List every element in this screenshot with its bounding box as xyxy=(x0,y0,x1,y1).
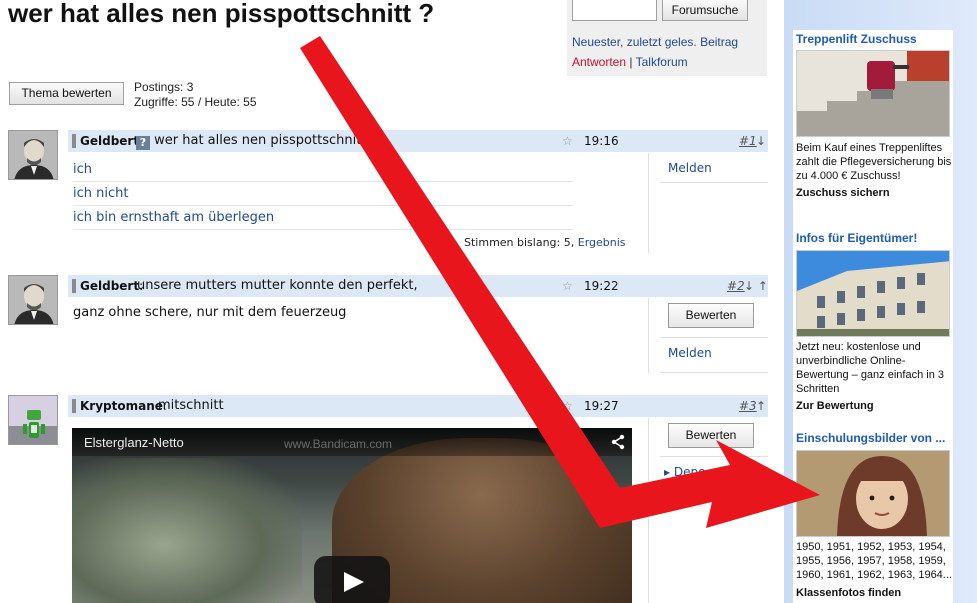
video-title[interactable]: Elsterglanz-Netto xyxy=(84,435,184,450)
post-divider xyxy=(648,153,649,253)
play-icon xyxy=(344,572,364,592)
post-marker xyxy=(72,399,76,413)
report-link[interactable]: Melden xyxy=(668,161,712,175)
search-input[interactable] xyxy=(572,0,657,21)
stairlift-image xyxy=(797,51,949,136)
post-nav-arrows[interactable]: ↑ xyxy=(756,395,766,417)
embedded-video[interactable]: Elsterglanz-Netto www.Bandicam.com xyxy=(72,428,632,603)
report-link[interactable]: Melden xyxy=(668,346,712,360)
side-separator xyxy=(660,337,768,338)
poll-result-link[interactable]: Ergebnis xyxy=(578,236,626,249)
page: wer hat alles nen pisspottschnitt ? Foru… xyxy=(0,0,977,603)
post-time: 19:16 xyxy=(584,134,619,148)
postings-count: Postings: 3 xyxy=(134,80,194,94)
post-body: ganz ohne schere, nur mit dem feuerzeug xyxy=(73,305,347,320)
post-number-link[interactable]: #2 xyxy=(727,275,745,297)
post-header-1: Geldbert: ? wer hat alles nen pisspottsc… xyxy=(68,130,768,152)
video-background xyxy=(72,458,302,603)
side-separator xyxy=(660,456,768,457)
child-photo-image xyxy=(797,451,949,536)
rate-thread-button[interactable]: Thema bewerten xyxy=(9,82,124,105)
post-marker xyxy=(72,279,76,293)
post-divider xyxy=(648,298,649,373)
post-time: 19:27 xyxy=(584,399,619,413)
rate-post-button[interactable]: Bewerten xyxy=(668,303,754,328)
views-count: Zugriffe: 55 / Heute: 55 xyxy=(134,95,257,109)
star-icon[interactable]: ☆ xyxy=(562,395,573,417)
poll-option[interactable]: ich nicht xyxy=(73,182,573,206)
post-time: 19:22 xyxy=(584,279,619,293)
man-portrait-icon xyxy=(9,131,57,179)
video-watermark: www.Bandicam.com xyxy=(284,437,393,451)
share-icon[interactable] xyxy=(610,434,626,450)
ad-title-stairlift[interactable]: Treppenlift Zuschuss xyxy=(796,32,917,46)
thread-title: wer hat alles nen pisspottschnitt ? xyxy=(8,0,435,28)
thread-stats: Postings: 3 Zugriffe: 55 / Heute: 55 xyxy=(134,80,257,110)
star-icon[interactable]: ☆ xyxy=(562,130,573,152)
talkforum-link[interactable]: Talkforum xyxy=(636,55,688,69)
avatar-kryptomane[interactable] xyxy=(8,395,58,445)
ad-text-stairlift: Beim Kauf eines Treppenliftes zahlt die … xyxy=(796,142,952,182)
ad-image-owners[interactable] xyxy=(796,250,950,337)
house-image xyxy=(797,251,949,336)
ad-text-school: 1950, 1951, 1952, 1953, 1954, 1955, 1956… xyxy=(796,541,952,581)
side-separator xyxy=(660,372,768,373)
poll-option[interactable]: ich xyxy=(73,158,573,182)
side-separator xyxy=(660,182,768,183)
ad-cta-owners[interactable]: Zur Bewertung xyxy=(796,400,874,412)
post-number-link[interactable]: #3 xyxy=(739,395,757,417)
play-button[interactable] xyxy=(314,556,390,603)
ad-cta-school[interactable]: Klassenfotos finden xyxy=(796,587,901,599)
post-header-2: Geldbert: unsere mutters mutter konnte d… xyxy=(68,275,768,297)
post-title: unsere mutters mutter konnte den perfekt… xyxy=(137,278,418,293)
ad-title-school[interactable]: Einschulungsbilder von ... xyxy=(796,431,945,445)
depot-link[interactable]: ▸ Depo xyxy=(664,465,705,479)
rate-post-button[interactable]: Bewerten xyxy=(668,423,754,448)
link-separator: | xyxy=(629,55,633,69)
avatar-geldbert[interactable] xyxy=(8,275,58,325)
poll-votes: Stimmen bislang: 5, Ergebnis xyxy=(464,236,626,249)
latest-post-link[interactable]: Neuester, zuletzt geles. Beitrag xyxy=(572,35,738,49)
question-poll-icon: ? xyxy=(136,136,150,150)
avatar-geldbert[interactable] xyxy=(8,130,58,180)
post-nav-arrows[interactable]: ↓ xyxy=(756,130,766,152)
search-panel: Forumsuche Neuester, zuletzt geles. Beit… xyxy=(567,0,767,76)
ad-image-school[interactable] xyxy=(796,450,950,537)
reply-link[interactable]: Antworten xyxy=(572,55,626,69)
post-author[interactable]: Geldbert: xyxy=(80,275,143,297)
post-marker xyxy=(72,134,76,148)
reply-links: Antworten | Talkforum xyxy=(572,55,688,69)
post-author[interactable]: Geldbert: xyxy=(80,130,143,152)
post-divider xyxy=(648,418,649,603)
robot-avatar-icon xyxy=(9,396,57,444)
post-number-link[interactable]: #1 xyxy=(739,130,757,152)
chevron-right-icon: ▸ xyxy=(664,465,671,479)
post-title: mitschnitt xyxy=(158,398,224,413)
man-portrait-icon xyxy=(9,276,57,324)
star-icon[interactable]: ☆ xyxy=(562,275,573,297)
post-author[interactable]: Kryptomane: xyxy=(80,395,167,417)
ad-cta-stairlift[interactable]: Zuschuss sichern xyxy=(796,187,890,199)
post-nav-arrows[interactable]: ↓ ↑ xyxy=(744,275,768,297)
poll-option[interactable]: ich bin ernsthaft am überlegen xyxy=(73,206,573,230)
ad-text-owners: Jetzt neu: kostenlose und unverbindliche… xyxy=(796,341,944,395)
post-header-3: Kryptomane: mitschnitt ☆ 19:27 #3 ↑ xyxy=(68,395,768,417)
ad-title-owners[interactable]: Infos für Eigentümer! xyxy=(796,231,917,245)
ad-image-stairlift[interactable] xyxy=(796,50,950,137)
post-title: ? wer hat alles nen pisspottschnitt ? xyxy=(136,130,377,152)
forum-search-button[interactable]: Forumsuche xyxy=(662,0,748,21)
